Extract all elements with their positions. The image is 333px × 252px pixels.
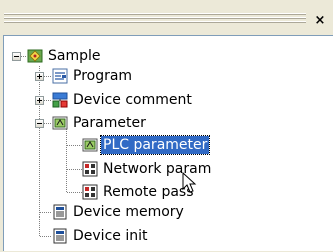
collapse-toggle[interactable] [12,52,21,61]
plc-parameter-icon [82,138,98,152]
device-comment-icon [52,92,68,108]
tree-label-plc-parameter[interactable]: PLC parameter [99,135,211,155]
expand-toggle[interactable] [35,96,44,105]
expand-toggle[interactable] [35,72,44,81]
program-icon [52,68,68,84]
tree-label-device-memory[interactable]: Device memory [71,203,186,221]
parameter-folder-icon [52,116,68,130]
collapse-toggle[interactable] [35,119,44,128]
tree-label-device-init[interactable]: Device init [71,227,149,245]
close-icon: × [314,12,326,28]
remote-pass-icon [82,184,98,200]
device-init-icon [53,228,67,244]
project-icon [27,49,43,63]
mouse-pointer-icon [182,172,197,193]
grip-line [4,13,306,15]
tree-label-program[interactable]: Program [71,67,134,85]
project-tree-panel[interactable]: Sample Program Device comment Parameter [3,35,333,251]
grip-line [4,17,306,19]
tree-label-sample[interactable]: Sample [46,47,103,65]
tree-label-device-comment[interactable]: Device comment [71,91,194,109]
tree-label-parameter[interactable]: Parameter [71,114,148,132]
network-param-icon [82,161,98,177]
device-memory-icon [53,204,67,220]
grip-line [4,21,306,23]
close-button[interactable]: × [310,10,330,30]
